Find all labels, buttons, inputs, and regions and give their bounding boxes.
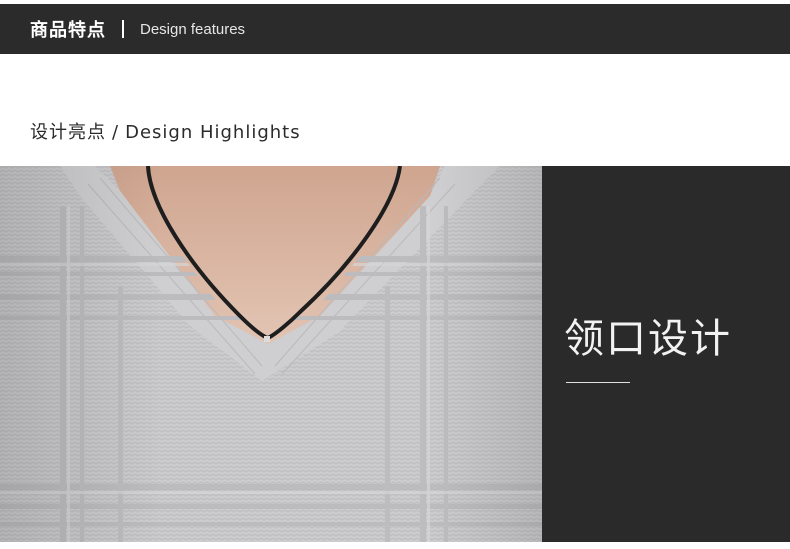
product-photo <box>0 166 542 542</box>
header-divider <box>122 20 124 38</box>
header-title-cn: 商品特点 <box>30 20 106 41</box>
section-subtitle-en: Design Highlights <box>125 122 301 143</box>
feature-title: 领口设计 <box>564 316 732 362</box>
bottom-strip <box>0 542 790 549</box>
feature-panel: 领口设计 <box>542 166 790 542</box>
section-subtitle-slash: / <box>112 122 120 143</box>
sweater-neckline-illustration <box>0 166 542 542</box>
section-subtitle: 设计亮点 / Design Highlights <box>30 118 301 144</box>
section-subtitle-cn: 设计亮点 <box>30 122 106 143</box>
header-bar: 商品特点 Design features <box>0 4 790 54</box>
feature-underline <box>566 382 630 383</box>
header-title-en: Design features <box>140 20 246 38</box>
